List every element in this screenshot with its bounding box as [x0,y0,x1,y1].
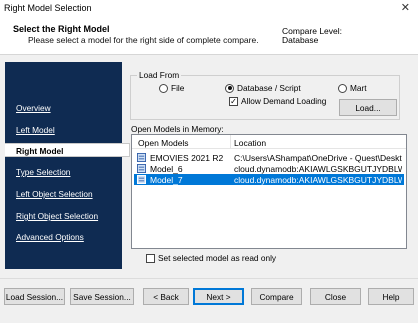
model-location: C:\Users\AShampat\OneDrive - Quest\Deskt… [234,153,402,163]
radio-file-dot[interactable] [159,83,168,93]
radio-mart-label: Mart [350,83,367,93]
page-subtitle: Please select a model for the right side… [28,35,259,45]
wizard-sidebar: Overview Left Model Right Model Type Sel… [5,62,130,269]
sidebar-item-left-model[interactable]: Left Model [16,125,55,135]
read-only-label: Set selected model as read only [158,253,277,263]
list-item[interactable]: EMOVIES 2021 R2 C:\Users\AShampat\OneDri… [134,152,404,163]
compare-level-value: Database [282,35,319,45]
load-session-button[interactable]: Load Session... [4,288,65,305]
column-header-open-models[interactable]: Open Models [138,138,189,148]
close-icon[interactable]: ✕ [401,1,410,14]
window-title: Right Model Selection [4,3,92,13]
back-button[interactable]: < Back [143,288,189,305]
model-location: cloud.dynamodb:AKIAWLGSKBGUTJYDBLWB:A6..… [234,164,402,174]
save-session-button[interactable]: Save Session... [70,288,134,305]
help-button[interactable]: Help [368,288,414,305]
model-icon [137,164,146,173]
model-name: EMOVIES 2021 R2 [150,153,224,163]
page-title: Select the Right Model [13,24,110,34]
allow-demand-loading-checkbox[interactable]: ✓ Allow Demand Loading [229,96,326,106]
open-models-list[interactable]: Open Models Location EMOVIES 2021 R2 C:\… [131,134,407,249]
radio-file[interactable]: File [159,83,184,93]
column-divider[interactable] [230,135,231,149]
radio-file-label: File [171,83,185,93]
allow-demand-loading-box[interactable]: ✓ [229,96,238,106]
model-name: Model_7 [150,175,183,185]
radio-database-script[interactable]: Database / Script [225,83,301,93]
radio-mart-dot[interactable] [338,83,347,93]
sidebar-item-right-object-selection[interactable]: Right Object Selection [16,211,98,221]
model-name: Model_6 [150,164,183,174]
sidebar-item-left-object-selection[interactable]: Left Object Selection [16,189,93,199]
next-button[interactable]: Next > [193,288,244,305]
radio-database-script-label: Database / Script [237,83,301,93]
sidebar-item-type-selection[interactable]: Type Selection [16,167,70,177]
read-only-box[interactable] [146,253,155,263]
open-models-label: Open Models in Memory: [131,124,224,134]
read-only-checkbox[interactable]: Set selected model as read only [146,253,276,263]
allow-demand-loading-label: Allow Demand Loading [241,96,327,106]
sidebar-item-overview[interactable]: Overview [16,103,51,113]
wizard-footer: Load Session... Save Session... < Back N… [0,278,418,323]
close-button[interactable]: Close [310,288,361,305]
list-item[interactable]: Model_6 cloud.dynamodb:AKIAWLGSKBGUTJYDB… [134,163,404,174]
model-icon [137,153,146,162]
load-from-group: Load From File Database / Script Mart ✓ … [130,70,400,120]
model-icon [137,175,146,184]
load-from-legend: Load From [137,70,182,80]
list-item-selected[interactable]: Model_7 cloud.dynamodb:AKIAWLGSKBGUTJYDB… [134,174,404,185]
list-header: Open Models Location [132,135,406,149]
title-bar: Right Model Selection ✕ [0,0,418,17]
model-location: cloud.dynamodb:AKIAWLGSKBGUTJYDBLWB:A6..… [234,175,402,185]
column-header-location[interactable]: Location [234,138,266,148]
sidebar-item-right-model[interactable]: Right Model [5,143,130,157]
compare-button[interactable]: Compare [251,288,302,305]
sidebar-item-advanced-options[interactable]: Advanced Options [16,232,84,242]
load-button[interactable]: Load... [339,99,397,116]
radio-database-script-dot[interactable] [225,83,234,93]
radio-mart[interactable]: Mart [338,83,367,93]
wizard-header: Select the Right Model Please select a m… [0,17,418,55]
